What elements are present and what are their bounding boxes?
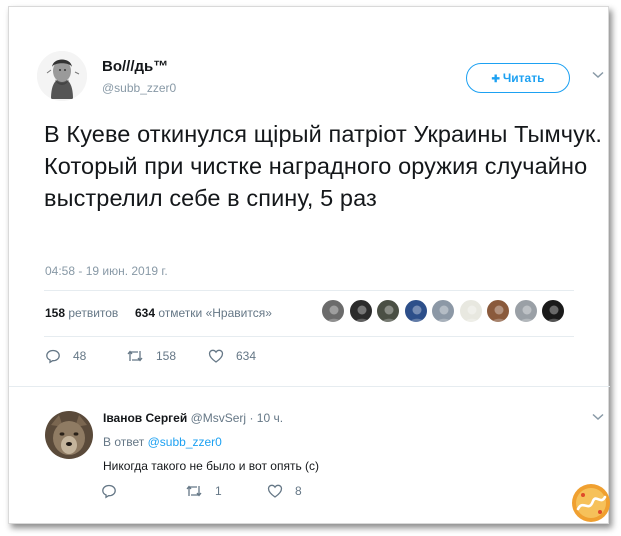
reply-author-handle[interactable]: @MsvSerj <box>191 411 247 425</box>
reply-author-name[interactable]: Іванов Сергей <box>103 411 187 425</box>
person-silhouette-icon <box>381 305 397 322</box>
chevron-down-icon[interactable] <box>592 71 604 79</box>
liker-avatar[interactable] <box>486 299 510 323</box>
divider <box>44 336 574 337</box>
person-silhouette-icon <box>546 305 562 322</box>
person-silhouette-icon <box>354 305 369 322</box>
retweet-count[interactable]: 158 <box>45 306 65 320</box>
reply-text: Никогда такого не было и вот опять (с) <box>103 459 320 473</box>
reply-reply-action[interactable] <box>101 483 129 499</box>
chevron-down-icon[interactable] <box>592 413 604 421</box>
liker-avatar[interactable] <box>513 299 538 323</box>
liker-avatar[interactable] <box>376 299 400 323</box>
follow-button[interactable]: ✚ Читать <box>466 63 570 93</box>
tweet-stats: 158 ретвитов 634 отметки «Нравится» <box>45 306 272 320</box>
retweet-action[interactable]: 158 <box>126 348 176 364</box>
portrait-engraving-icon <box>37 51 87 101</box>
tweet-card: Во///дь™ @subb_zzer0 ✚ Читать В Куеве отк… <box>8 6 610 524</box>
retweet-icon <box>186 485 202 497</box>
reply-header: Іванов Сергей @MsvSerj · 10 ч. <box>103 411 283 425</box>
like-count[interactable]: 634 <box>135 306 155 320</box>
wolf-avatar-icon <box>45 411 93 459</box>
reply-time[interactable]: · 10 ч. <box>249 411 283 425</box>
person-silhouette-icon <box>326 305 342 322</box>
like-count-label[interactable]: отметки «Нравится» <box>158 306 272 320</box>
person-silhouette-icon <box>409 305 424 322</box>
retweet-action-count: 158 <box>156 349 177 363</box>
retweet-icon <box>127 350 143 362</box>
reply-like-count: 8 <box>295 484 302 498</box>
liker-avatar[interactable] <box>431 299 455 323</box>
person-silhouette-icon <box>519 305 534 322</box>
author-avatar[interactable] <box>37 51 87 101</box>
reply-mention-link[interactable]: @subb_zzer0 <box>148 435 222 449</box>
reply-like-action[interactable]: 8 <box>267 483 302 499</box>
divider <box>44 290 574 291</box>
watermark-logo <box>572 484 610 522</box>
reply-icon <box>102 484 116 499</box>
reply-context: В ответ @subb_zzer0 <box>103 435 222 449</box>
divider <box>9 386 610 387</box>
heart-icon <box>267 484 283 498</box>
tweet-text: В Куеве откинулся щiрый патрiот Украины … <box>44 121 602 211</box>
person-silhouette-icon <box>491 305 507 322</box>
reply-retweet-action[interactable]: 1 <box>185 483 222 499</box>
tweet-timestamp[interactable]: 04:58 - 19 июн. 2019 г. <box>45 264 168 278</box>
heart-icon <box>208 349 224 363</box>
follow-button-label: Читать <box>502 71 545 85</box>
person-silhouette-icon <box>464 305 479 322</box>
liker-avatar[interactable] <box>321 299 345 323</box>
reply-count: 48 <box>73 349 87 363</box>
author-display-name[interactable]: Во///дь™ <box>102 58 168 75</box>
liker-avatar[interactable] <box>348 299 373 323</box>
author-handle[interactable]: @subb_zzer0 <box>102 81 176 95</box>
like-action[interactable]: 634 <box>208 348 256 364</box>
liker-avatar[interactable] <box>403 299 428 323</box>
reply-author-avatar[interactable] <box>45 411 93 459</box>
reply-retweet-count: 1 <box>215 484 222 498</box>
liker-avatar[interactable] <box>541 299 565 323</box>
follow-plus-icon: ✚ <box>491 74 500 85</box>
retweet-count-label[interactable]: ретвитов <box>68 306 118 320</box>
reply-context-prefix: В ответ <box>103 435 145 449</box>
reply-action[interactable]: 48 <box>45 348 86 364</box>
person-silhouette-icon <box>436 305 452 322</box>
liker-avatar[interactable] <box>458 299 483 323</box>
reply-icon <box>46 349 60 364</box>
like-action-count: 634 <box>236 349 257 363</box>
